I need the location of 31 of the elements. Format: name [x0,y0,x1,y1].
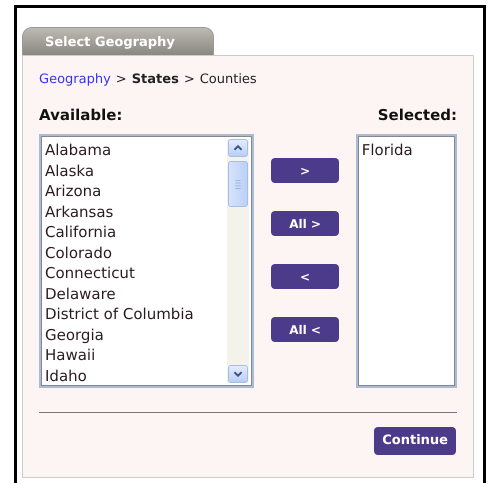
list-option[interactable]: Hawaii [41,345,228,366]
move-button[interactable]: > [271,158,340,183]
list-option[interactable]: Alabama [41,140,228,160]
selected-list[interactable]: Florida [356,134,457,388]
list-option[interactable]: District of Columbia [41,304,228,324]
list-option[interactable]: Alaska [41,160,228,181]
breadcrumb-current: States [132,71,179,89]
available-label: Available: [39,104,122,126]
breadcrumb-item: Counties [200,71,257,89]
list-option[interactable]: Arizona [41,181,228,202]
list-option[interactable]: Idaho [41,366,228,386]
list-option[interactable]: Connecticut [41,263,228,284]
scroll-down-icon[interactable] [228,365,248,383]
list-option[interactable]: Florida [358,140,455,160]
available-list[interactable]: Alabama Alaska Arizona Arkansas California Colorado Connecticut Delaware District of Columbia Georgia Hawaii Idaho [39,134,254,388]
list-option[interactable]: Delaware [41,284,228,304]
move-button[interactable]: All > [271,211,340,236]
breadcrumb-separator: > [184,71,195,89]
scroll-up-icon[interactable] [228,139,248,157]
list-option[interactable]: California [41,222,228,242]
list-option[interactable]: Georgia [41,324,228,345]
scrollbar[interactable] [227,139,250,383]
list-option[interactable]: Arkansas [41,202,228,222]
selected-label: Selected: [378,104,457,126]
breadcrumb-separator: > [116,71,127,89]
breadcrumb-link[interactable]: Geography [39,70,111,90]
move-button[interactable]: All < [271,317,340,342]
list-option[interactable]: Colorado [41,242,228,263]
move-button[interactable]: < [271,264,340,289]
continue-button[interactable]: Continue [374,427,456,454]
scroll-thumb[interactable] [228,161,248,207]
